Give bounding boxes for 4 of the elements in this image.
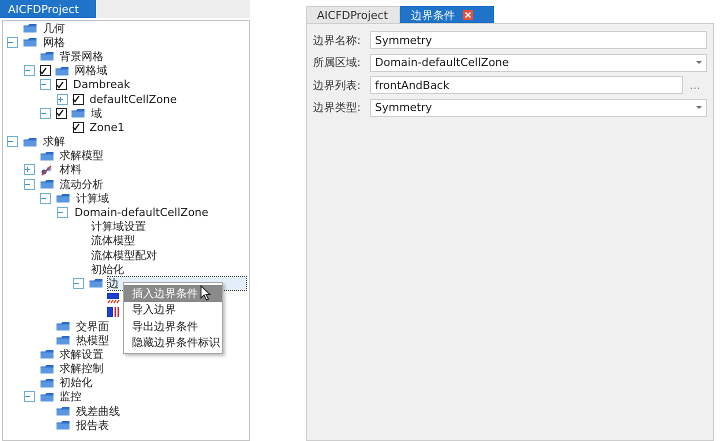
field-label: 边界类型: xyxy=(313,100,362,115)
field-label: 边界列表: xyxy=(313,78,362,92)
field-label: 所属区域: xyxy=(313,55,362,70)
field-label: 边界名称: xyxy=(313,32,362,48)
